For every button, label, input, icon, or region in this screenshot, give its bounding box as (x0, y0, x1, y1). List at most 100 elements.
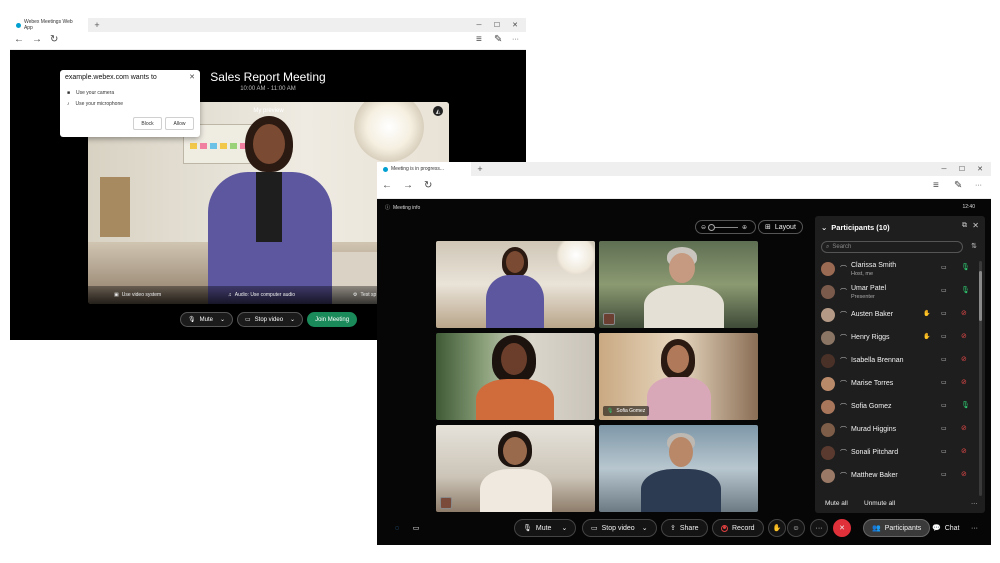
participant-name: Umar Patel (851, 285, 887, 292)
microphone-icon: 🎙 (188, 317, 196, 323)
active-speaker-tile[interactable]: 🎙 Sofia Gomez (599, 333, 758, 420)
participant-row[interactable]: ⌒ Matthew Baker ▭ ⊘ (815, 465, 977, 488)
notes-icon[interactable]: ✎ (954, 180, 962, 191)
browser-tab[interactable]: Meeting is in progress... (377, 162, 471, 176)
sort-icon[interactable]: ⇅ (971, 242, 977, 250)
background-effects-icon[interactable]: ◭ (433, 106, 443, 116)
zoom-knob[interactable] (708, 223, 716, 231)
zoom-slider[interactable]: ⊖ ⊕ (695, 220, 756, 234)
audio-device-icon: ⌒ (840, 381, 847, 388)
close-window-button[interactable]: ✕ (506, 18, 524, 32)
back-icon[interactable]: ← (14, 34, 24, 45)
video-camera-icon: ▭ (941, 403, 947, 409)
layout-button[interactable]: ⊞ Layout (758, 220, 803, 234)
microphone-muted-icon[interactable]: ⊘ (961, 332, 967, 340)
participant-row[interactable]: ⌒ Henry Riggs ✋ ▭ ⊘ (815, 327, 977, 350)
participant-row[interactable]: ⌒ Isabella Brennan ▭ ⊘ (815, 350, 977, 373)
microphone-muted-icon[interactable]: ⊘ (961, 309, 967, 317)
back-icon[interactable]: ← (382, 180, 392, 191)
video-tile[interactable] (436, 333, 595, 420)
meeting-info-button[interactable]: ⓘ Meeting info (385, 204, 420, 212)
maximize-button[interactable]: ☐ (953, 162, 971, 176)
participant-row[interactable]: ⌒ Clarissa Smith Host, me ▭ 🎙 (815, 258, 977, 281)
more-icon[interactable]: ··· (512, 36, 519, 43)
allow-button[interactable]: Allow (165, 117, 194, 130)
forward-icon[interactable]: → (403, 180, 413, 191)
popout-icon[interactable]: ⧉ (962, 222, 967, 230)
close-icon[interactable]: ✕ (189, 73, 195, 81)
chevron-down-icon[interactable]: ⌄ (290, 316, 295, 323)
scrollbar[interactable] (979, 261, 982, 496)
participant-row[interactable]: ⌒ Marise Torres ▭ ⊘ (815, 373, 977, 396)
new-tab-button[interactable]: + (473, 162, 487, 176)
browser-tab[interactable]: Webex Meetings Web App (10, 18, 88, 32)
microphone-on-icon[interactable]: 🎙 (961, 263, 970, 271)
video-tile[interactable] (599, 425, 758, 512)
reactions-icon[interactable]: ☺ (787, 519, 805, 537)
reading-list-icon[interactable]: ≡ (933, 180, 939, 191)
share-button[interactable]: ⇪ Share (661, 519, 708, 537)
microphone-muted-icon[interactable]: ⊘ (961, 470, 967, 478)
participant-row[interactable]: ⌒ Murad Higgins ▭ ⊘ (815, 419, 977, 442)
microphone-muted-icon[interactable]: ⊘ (961, 424, 967, 432)
zoom-out-icon[interactable]: ⊖ (701, 224, 706, 231)
mute-button[interactable]: 🎙 Mute ⌄ (180, 312, 233, 327)
video-tile[interactable] (436, 425, 595, 512)
reload-icon[interactable]: ↻ (50, 34, 58, 45)
participant-search-input[interactable]: ⌕ Search (821, 241, 963, 253)
participant-row[interactable]: ⌒ Umar Patel Presenter ▭ 🎙 (815, 281, 977, 304)
notes-icon[interactable]: ✎ (494, 34, 502, 45)
video-tile[interactable] (599, 241, 758, 328)
close-icon[interactable]: ✕ (972, 221, 979, 230)
microphone-muted-icon[interactable]: ⊘ (961, 447, 967, 455)
block-button[interactable]: Block (133, 117, 162, 130)
maximize-button[interactable]: ☐ (488, 18, 506, 32)
mute-button[interactable]: 🎙 Mute ⌄ (514, 519, 577, 537)
minimize-button[interactable]: ─ (935, 162, 953, 176)
more-options-icon[interactable]: ··· (971, 500, 978, 507)
microphone-muted-icon[interactable]: ⊘ (961, 378, 967, 386)
panel-title[interactable]: ⌄ Participants (10) (821, 223, 890, 232)
webex-assistant-icon[interactable]: ◌ (388, 519, 406, 537)
audio-option[interactable]: ♫ Audio: Use computer audio (228, 292, 295, 298)
chevron-down-icon[interactable]: ⌄ (821, 223, 827, 232)
video-system-option[interactable]: ▣ Use video system (114, 292, 161, 298)
clock: 12:40 (962, 204, 975, 210)
participants-button[interactable]: 👥 Participants (863, 519, 931, 537)
more-icon[interactable]: ··· (975, 182, 982, 189)
microphone-muted-icon[interactable]: ⊘ (961, 355, 967, 363)
new-tab-button[interactable]: + (90, 18, 104, 32)
forward-icon[interactable]: → (32, 34, 42, 45)
mute-all-button[interactable]: Mute all (825, 500, 848, 507)
zoom-in-icon[interactable]: ⊕ (742, 224, 747, 231)
participant-row[interactable]: ⌒ Sofia Gomez ▭ 🎙 (815, 396, 977, 419)
window-controls: ─ ☐ ✕ (470, 18, 524, 32)
unmute-all-button[interactable]: Unmute all (864, 500, 895, 507)
captions-icon[interactable]: ▭ (407, 519, 425, 537)
participant-name: Henry Riggs (851, 334, 890, 341)
leave-meeting-button[interactable]: ✕ (833, 519, 851, 537)
microphone-on-icon[interactable]: 🎙 (961, 286, 970, 294)
microphone-on-icon[interactable]: 🎙 (961, 401, 970, 409)
test-speaker-option[interactable]: ⚙ Test sp (353, 292, 376, 298)
close-window-button[interactable]: ✕ (971, 162, 989, 176)
chevron-down-icon[interactable]: ⌄ (561, 524, 567, 532)
record-button[interactable]: Record (712, 519, 764, 537)
stop-video-button[interactable]: ▭ Stop video ⌄ (237, 312, 304, 327)
participant-row[interactable]: ⌒ Austen Baker ✋ ▭ ⊘ (815, 304, 977, 327)
chevron-down-icon[interactable]: ⌄ (642, 524, 648, 532)
video-tile[interactable] (436, 241, 595, 328)
minimize-button[interactable]: ─ (470, 18, 488, 32)
chat-button[interactable]: 💬 Chat (924, 519, 968, 537)
navigation-bar: ← → ↻ ≡ ✎ ··· (377, 176, 991, 199)
more-options-button[interactable]: ··· (810, 519, 828, 537)
reload-icon[interactable]: ↻ (424, 180, 432, 191)
raise-hand-icon[interactable]: ✋ (768, 519, 786, 537)
stop-video-button[interactable]: ▭ Stop video ⌄ (582, 519, 657, 537)
participant-row[interactable]: ⌒ Sonali Pitchard ▭ ⊘ (815, 442, 977, 465)
avatar (821, 331, 835, 345)
chevron-down-icon[interactable]: ⌄ (220, 316, 225, 323)
join-meeting-button[interactable]: Join Meeting (307, 312, 358, 327)
overflow-menu-button[interactable]: ··· (963, 519, 986, 537)
reading-list-icon[interactable]: ≡ (476, 34, 482, 45)
